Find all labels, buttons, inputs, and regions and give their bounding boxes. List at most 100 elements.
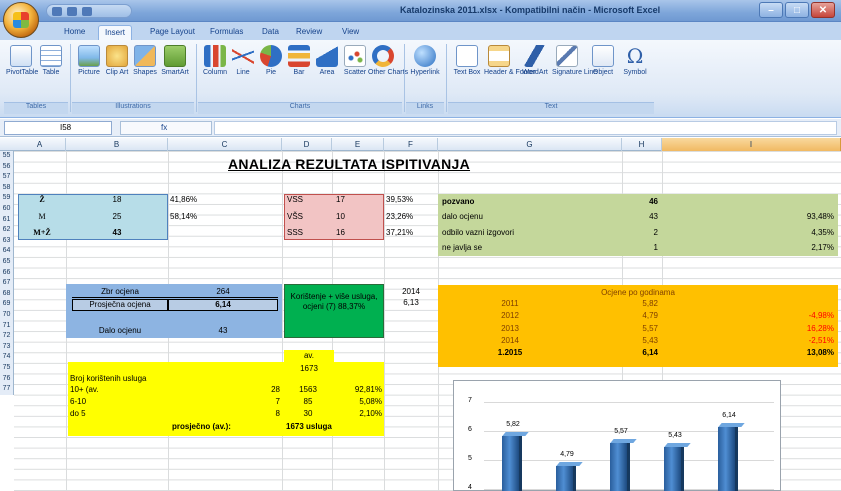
column-headers: A B C D E F G H I — [0, 138, 841, 151]
pivottable-button[interactable]: PivotTable — [6, 45, 38, 77]
minimize-button[interactable]: – — [759, 2, 783, 18]
col-header-g[interactable]: G — [438, 138, 622, 151]
undo-icon[interactable] — [67, 7, 77, 16]
sheet-title: ANALIZA REZULTATA ISPITIVANJA — [228, 156, 471, 172]
col-header-d[interactable]: D — [282, 138, 332, 151]
shapes-button[interactable]: Shapes — [130, 45, 160, 77]
line-chart-button[interactable]: Line — [228, 45, 258, 77]
save-icon[interactable] — [52, 7, 62, 16]
table-button[interactable]: Table — [36, 45, 66, 77]
maximize-button[interactable]: □ — [785, 2, 809, 18]
col-header-i[interactable]: I — [662, 138, 841, 151]
row-header[interactable]: 59 — [0, 193, 14, 204]
row-header[interactable]: 69 — [0, 299, 14, 310]
formula-input[interactable] — [214, 121, 837, 135]
clipart-button[interactable]: Clip Art — [102, 45, 132, 77]
row-header[interactable]: 60 — [0, 204, 14, 215]
yearly-score-chart[interactable]: 7 6 5 4 5,82 4,79 5,57 5,43 6,14 — [453, 380, 781, 491]
col-header-b[interactable]: B — [66, 138, 168, 151]
other-charts-button[interactable]: Other Charts — [368, 45, 408, 77]
chart-data-label: 6,14 — [722, 411, 736, 419]
row-header[interactable]: 61 — [0, 214, 14, 226]
row-header[interactable]: 71 — [0, 320, 14, 332]
row-header[interactable]: 74 — [0, 352, 14, 363]
chart-y-tick: 4 — [468, 484, 472, 491]
close-button[interactable]: ✕ — [811, 2, 835, 18]
chart-data-label: 5,43 — [668, 432, 682, 440]
row-header[interactable]: 65 — [0, 257, 14, 268]
col-header-e[interactable]: E — [332, 138, 384, 151]
column-chart-button[interactable]: Column — [200, 45, 230, 77]
area-chart-button[interactable]: Area — [312, 45, 342, 77]
row-header[interactable]: 64 — [0, 246, 14, 257]
tab-review[interactable]: Review — [290, 25, 328, 40]
row-header[interactable]: 63 — [0, 235, 14, 247]
quick-access-toolbar[interactable] — [46, 4, 132, 18]
picture-button[interactable]: Picture — [74, 45, 104, 77]
column-chart-icon — [204, 45, 226, 67]
tab-view[interactable]: View — [336, 25, 365, 40]
tab-data[interactable]: Data — [256, 25, 285, 40]
chart-data-label: 5,82 — [506, 421, 520, 429]
textbox-button[interactable]: Text Box — [452, 45, 482, 77]
row-header[interactable]: 57 — [0, 172, 14, 183]
tab-insert[interactable]: Insert — [98, 25, 133, 40]
chart-bar[interactable] — [718, 426, 738, 491]
name-box[interactable]: I58 — [4, 121, 112, 135]
chart-bar-top — [502, 432, 529, 437]
services-label: do 5 — [70, 409, 86, 418]
picture-icon — [78, 45, 100, 67]
bar-chart-button[interactable]: Bar — [284, 45, 314, 77]
scatter-chart-button[interactable]: Scatter — [340, 45, 370, 77]
row-header[interactable]: 55 — [0, 151, 14, 162]
office-button[interactable] — [3, 2, 39, 38]
hyperlink-button[interactable]: Hyperlink — [410, 45, 440, 77]
row-header[interactable]: 70 — [0, 310, 14, 321]
yearly-change: -4,98% — [808, 311, 834, 321]
group-text: Text — [448, 102, 654, 114]
chart-bar[interactable] — [664, 447, 684, 491]
row-header[interactable]: 72 — [0, 331, 14, 342]
row-header[interactable]: 67 — [0, 278, 14, 289]
services-pct: 5,08% — [359, 397, 382, 406]
row-header[interactable]: 76 — [0, 373, 14, 385]
chart-bar-top — [718, 422, 745, 427]
summary-label: dalo ocjenu — [442, 212, 483, 221]
chart-bar[interactable] — [556, 466, 576, 491]
row-header[interactable]: 66 — [0, 267, 14, 279]
row-header[interactable]: 68 — [0, 288, 14, 300]
row-header[interactable]: 62 — [0, 225, 14, 236]
redo-icon[interactable] — [82, 7, 92, 16]
scores-sum-value: 264 — [168, 287, 278, 298]
chart-bar[interactable] — [502, 436, 522, 491]
col-header-c[interactable]: C — [168, 138, 282, 151]
symbol-button[interactable]: Ω Symbol — [620, 45, 650, 77]
chart-bar[interactable] — [610, 443, 630, 491]
object-button[interactable]: Object — [588, 45, 618, 77]
header-footer-button[interactable]: Header & Footer — [484, 45, 536, 77]
row-header[interactable]: 56 — [0, 161, 14, 173]
row-header[interactable]: 77 — [0, 384, 14, 395]
row-header[interactable]: 73 — [0, 341, 14, 353]
wordart-button[interactable]: WordArt — [520, 45, 550, 77]
education-label: VSS — [287, 195, 304, 204]
col-header-a[interactable]: A — [14, 138, 66, 151]
row-header[interactable]: 75 — [0, 363, 14, 374]
smartart-button[interactable]: SmartArt — [160, 45, 190, 77]
ribbon-tabs: Home Insert Page Layout Formulas Data Re… — [0, 22, 841, 40]
signature-button[interactable]: Signature Line — [552, 45, 597, 77]
col-header-f[interactable]: F — [384, 138, 438, 151]
fx-button[interactable]: fx — [120, 121, 212, 135]
tab-home[interactable]: Home — [58, 25, 91, 40]
pie-chart-button[interactable]: Pie — [256, 45, 286, 77]
tab-formulas[interactable]: Formulas — [204, 25, 249, 40]
tab-page-layout[interactable]: Page Layout — [144, 25, 201, 40]
ribbon: PivotTable Table Picture Clip Art Shapes… — [0, 40, 841, 118]
textbox-icon — [456, 45, 478, 67]
row-header[interactable]: 58 — [0, 182, 14, 194]
services-pct: 92,81% — [354, 385, 382, 394]
bar-chart-icon — [288, 45, 310, 67]
col-header-h[interactable]: H — [622, 138, 662, 151]
summary-value: 43 — [649, 212, 658, 221]
education-label: SSS — [287, 228, 304, 237]
